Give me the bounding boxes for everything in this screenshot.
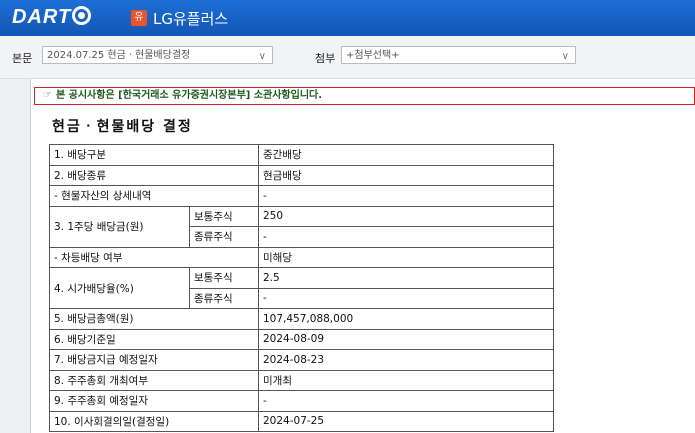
doc-select-label: 본문 (12, 52, 33, 65)
pointing-hand-icon: ☞ (43, 90, 52, 101)
row-value: 250 (258, 205, 554, 227)
row-value: 2024-08-23 (258, 349, 554, 371)
table-row: 9. 주주총회 예정일자 - (49, 390, 554, 412)
row-label: - 차등배당 여부 (49, 246, 259, 268)
dividend-table: 1. 배당구분 중간배당 2. 배당종류 현금배당 - 현물자산의 상세내역 -… (49, 144, 554, 432)
row-sublabel: 종류주식 (189, 226, 259, 248)
table-row: - 현물자산의 상세내역 - (49, 185, 554, 207)
row-label: 3. 1주당 배당금(원) (49, 205, 190, 248)
attachment-select[interactable]: +첨부선택+ ∨ (341, 46, 576, 64)
row-value: 2024-08-09 (258, 328, 554, 350)
table-row: 6. 배당기준일 2024-08-09 (49, 328, 554, 350)
row-value: - (258, 185, 554, 207)
table-row: - 차등배당 여부 미해당 (49, 246, 554, 268)
chevron-down-icon: ∨ (561, 51, 569, 62)
row-label: 7. 배당금지급 예정일자 (49, 349, 259, 371)
top-header: DART 유 LG유플러스 (0, 0, 695, 36)
table-row: 8. 주주총회 개최여부 미개최 (49, 369, 554, 391)
row-sublabel: 보통주식 (189, 205, 259, 227)
row-label: 1. 배당구분 (49, 144, 259, 166)
row-value: 2024-07-25 (258, 410, 554, 432)
row-label: - 현물자산의 상세내역 (49, 185, 259, 207)
table-row: 7. 배당금지급 예정일자 2024-08-23 (49, 349, 554, 371)
attach-select-label: 첨부 (315, 52, 336, 65)
row-label: 8. 주주총회 개최여부 (49, 369, 259, 391)
document-title: 현금ㆍ현물배당 결정 (52, 119, 193, 135)
document-select[interactable]: 2024.07.25 현금ㆍ현물배당결정 ∨ (42, 46, 273, 64)
row-value: - (258, 390, 554, 412)
row-label: 6. 배당기준일 (49, 328, 259, 350)
row-sublabel: 종류주식 (189, 287, 259, 309)
logo-ring-icon (72, 6, 92, 25)
row-value: 2.5 (258, 267, 554, 289)
document-toolbar: 본문 2024.07.25 현금ㆍ현물배당결정 ∨ 첨부 +첨부선택+ ∨ (0, 36, 695, 79)
corp-type-badge: 유 (131, 10, 147, 26)
row-value: 현금배당 (258, 164, 554, 186)
table-row: 2. 배당종류 현금배당 (49, 164, 554, 186)
company-name: LG유플러스 (153, 10, 229, 28)
attachment-select-value: +첨부선택+ (346, 50, 400, 61)
chevron-down-icon: ∨ (258, 51, 266, 62)
row-value: 미해당 (258, 246, 554, 268)
row-value: - (258, 226, 554, 248)
table-row: 1. 배당구분 중간배당 (49, 144, 554, 166)
row-value: 중간배당 (258, 144, 554, 166)
logo-text: DART (12, 6, 72, 28)
table-row: 10. 이사회결의일(결정일) 2024-07-25 (49, 410, 554, 432)
document-select-value: 2024.07.25 현금ㆍ현물배당결정 (47, 50, 191, 61)
row-sublabel: 보통주식 (189, 267, 259, 289)
row-label: 10. 이사회결의일(결정일) (49, 410, 259, 432)
table-row: 3. 1주당 배당금(원) 보통주식 250 (49, 205, 554, 248)
row-value: 107,457,088,000 (258, 308, 554, 330)
row-value: 미개최 (258, 369, 554, 391)
notice-text: 본 공시사항은 [한국거래소 유가증권시장본부] 소관사항입니다. (55, 90, 323, 101)
row-label: 5. 배당금총액(원) (49, 308, 259, 330)
notice-banner: ☞ 본 공시사항은 [한국거래소 유가증권시장본부] 소관사항입니다. (34, 87, 695, 105)
row-value: - (258, 287, 554, 309)
table-row: 4. 시가배당율(%) 보통주식 2.5 (49, 267, 554, 309)
row-label: 4. 시가배당율(%) (49, 267, 190, 309)
table-row: 5. 배당금총액(원) 107,457,088,000 (49, 308, 554, 330)
row-label: 9. 주주총회 예정일자 (49, 390, 259, 412)
row-label: 2. 배당종류 (49, 164, 259, 186)
dart-logo[interactable]: DART (12, 6, 92, 29)
